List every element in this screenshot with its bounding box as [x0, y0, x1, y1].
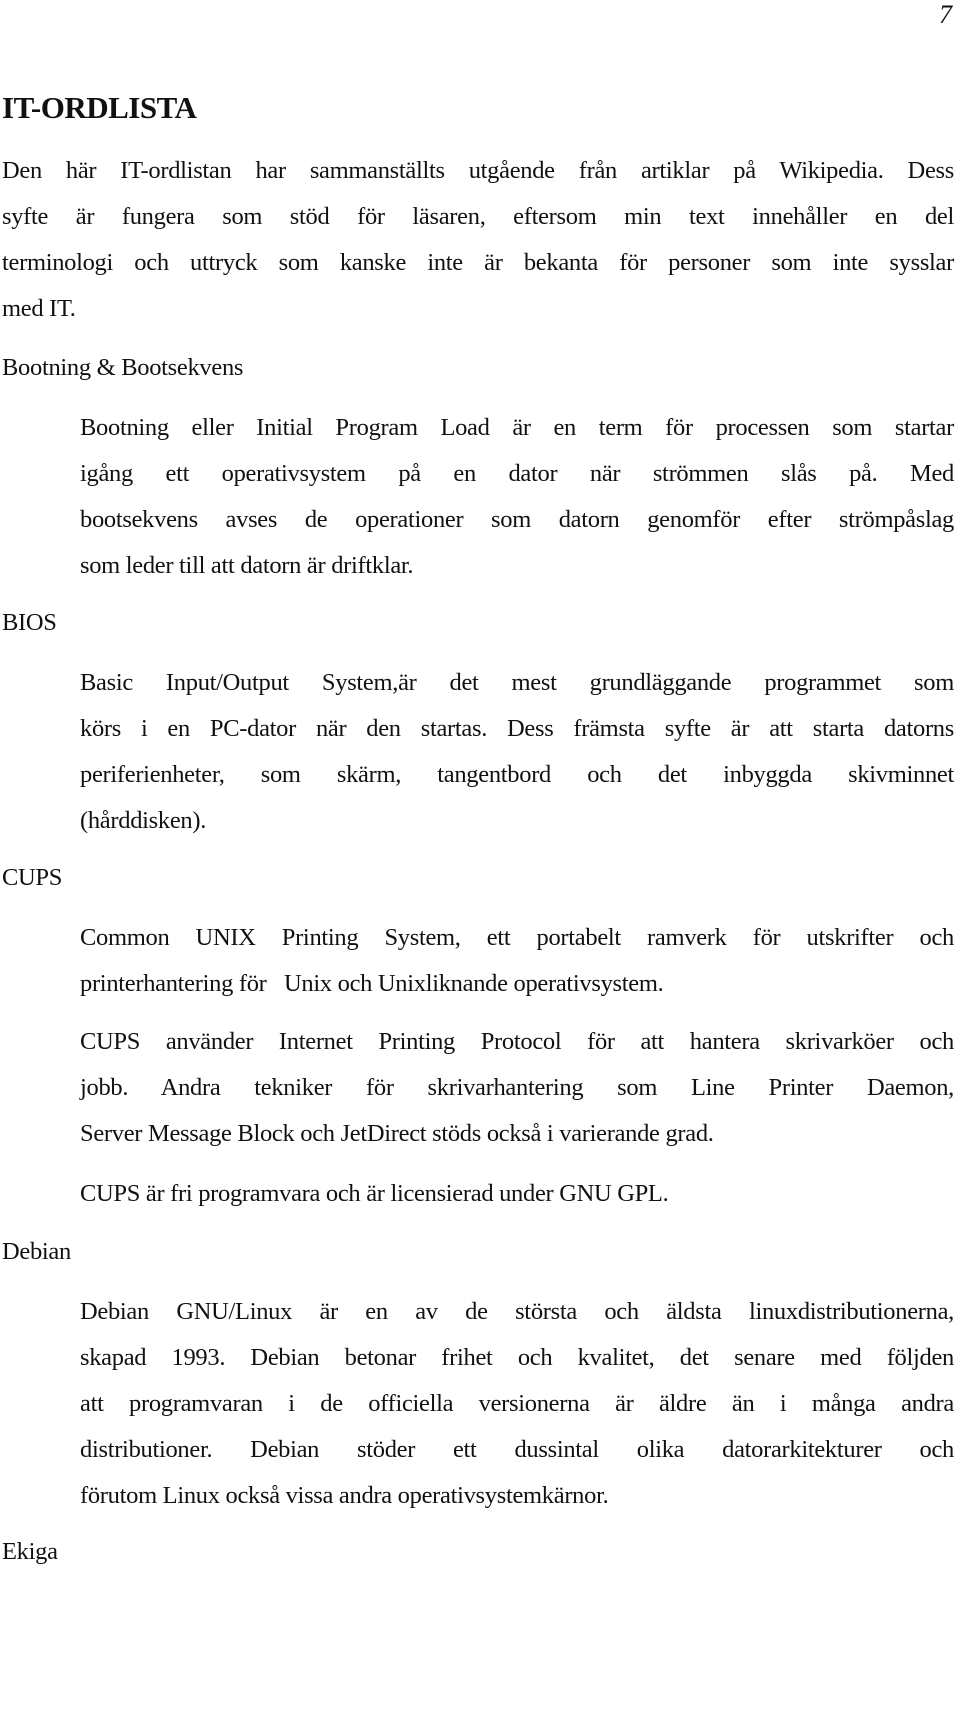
definition-line: CUPS använder Internet Printing Protocol… [80, 1028, 954, 1055]
definition-line: CUPS är fri programvara och är licensier… [80, 1180, 669, 1207]
definition-line: förutom Linux också vissa andra operativ… [80, 1482, 609, 1509]
definition-line: att programvaran i de officiella version… [80, 1390, 954, 1417]
intro-line: Den här IT-ordlistan har sammanställts u… [2, 157, 954, 184]
definition-line: som leder till att datorn är driftklar. [80, 552, 414, 579]
intro-line: terminologi och uttryck som kanske inte … [2, 249, 954, 276]
glossary-term: BIOS [2, 609, 57, 636]
intro-line: syfte är fungera som stöd för läsaren, e… [2, 203, 954, 230]
intro-line: med IT. [2, 295, 76, 322]
definition-line: Common UNIX Printing System, ett portabe… [80, 924, 954, 951]
definition-line: Basic Input/Output System,är det mest gr… [80, 669, 954, 696]
definition-line: skapad 1993. Debian betonar frihet och k… [80, 1344, 954, 1371]
glossary-term: Bootning & Bootsekvens [2, 354, 244, 381]
definition-line: jobb. Andra tekniker för skrivarhanterin… [80, 1074, 954, 1101]
definition-line: bootsekvens avses de operationer som dat… [80, 506, 954, 533]
definition-line: distributioner. Debian stöder ett dussin… [80, 1436, 954, 1463]
definition-line: Server Message Block och JetDirect stöds… [80, 1120, 714, 1147]
page-number: 7 [939, 0, 952, 29]
definition-line: Bootning eller Initial Program Load är e… [80, 414, 954, 441]
glossary-term: Ekiga [2, 1538, 58, 1565]
page-title: IT-ORDLISTA [2, 90, 197, 125]
definition-line: printerhantering för Unix och Unixliknan… [80, 970, 664, 997]
definition-line: körs i en PC-dator när den startas. Dess… [80, 715, 954, 742]
glossary-term: CUPS [2, 864, 63, 891]
definition-line: (hårddisken). [80, 807, 207, 834]
definition-line: periferienheter, som skärm, tangentbord … [80, 761, 954, 788]
definition-line: Debian GNU/Linux är en av de största och… [80, 1298, 954, 1325]
definition-line: igång ett operativsystem på en dator när… [80, 460, 954, 487]
glossary-term: Debian [2, 1238, 71, 1265]
